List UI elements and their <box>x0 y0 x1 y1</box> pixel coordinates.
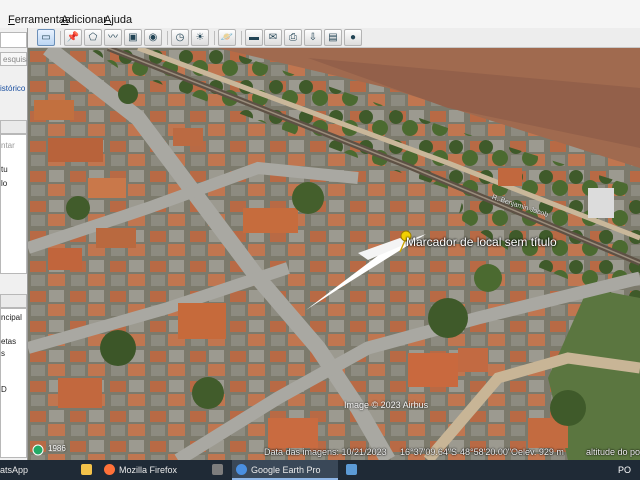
taskbar: atsApp Mozilla Firefox Google Earth Pro … <box>0 460 640 480</box>
google-earth-icon <box>236 464 247 475</box>
language-indicator[interactable]: PO <box>618 460 631 480</box>
sidebar-toggle-button[interactable]: ▭ <box>37 29 55 46</box>
menu-bar: Ferramentas Adicionar Ajuda <box>0 0 640 28</box>
layers-item[interactable]: etas <box>1 337 16 346</box>
polygon-icon: ⬠ <box>88 32 98 43</box>
earth-gallery-icon: ● <box>349 32 357 43</box>
planets-icon: 🪐 <box>220 32 234 43</box>
add-placemark-button[interactable]: 📌 <box>64 29 82 46</box>
earth-gallery-button[interactable]: ● <box>344 29 362 46</box>
ruler-button[interactable]: ▬ <box>245 29 263 46</box>
places-item[interactable]: tu <box>1 165 8 174</box>
places-item[interactable]: ntar <box>1 141 15 150</box>
taskbar-whatsapp[interactable]: atsApp <box>0 460 72 480</box>
google-earth-label: Google Earth Pro <box>251 465 321 475</box>
file-explorer-icon <box>81 464 92 475</box>
firefox-label: Mozilla Firefox <box>119 465 178 475</box>
eye-altitude-readout: altitude do ponto <box>586 447 640 457</box>
search-button[interactable]: esquisar <box>0 52 27 66</box>
imagery-date: Data das imagens: 10/21/2023 <box>264 447 387 457</box>
layers-panel: ncipal etas s D <box>0 308 27 458</box>
email-icon: ✉ <box>268 32 278 43</box>
planets-button[interactable]: 🪐 <box>218 29 236 46</box>
taskbar-firefox[interactable]: Mozilla Firefox <box>100 460 204 480</box>
add-image-overlay-button[interactable]: ▣ <box>124 29 142 46</box>
app-window-icon <box>346 464 357 475</box>
taskbar-google-earth[interactable]: Google Earth Pro <box>232 460 338 480</box>
sunlight-icon: ☀ <box>195 32 205 43</box>
view-in-maps-button[interactable]: ▤ <box>324 29 342 46</box>
places-item[interactable]: lo <box>1 179 7 188</box>
toolbar-separator <box>167 31 168 45</box>
placemark-label[interactable]: Marcador de local sem título <box>406 235 557 249</box>
taskbar-file-explorer[interactable] <box>78 460 96 480</box>
email-button[interactable]: ✉ <box>264 29 282 46</box>
toolbar-separator <box>214 31 215 45</box>
placemark-icon: 📌 <box>66 32 80 43</box>
sidebar: esquisar istórico ntar tu lo ncipal etas… <box>0 28 28 460</box>
toolbar: ▭ 📌 ⬠ 〰 ▣ ◉ ◷ ☀ 🪐 ▬ ✉ ⎙ ⇩ ▤ ● <box>28 28 640 48</box>
latitude-readout: 16°37'09.64"S <box>400 447 458 457</box>
map-status-bar: Data das imagens: 10/21/2023 16°37'09.64… <box>28 446 640 460</box>
sidebar-toggle-icon: ▭ <box>41 32 51 43</box>
save-image-icon: ⇩ <box>308 32 318 43</box>
historical-imagery-icon: ◷ <box>175 32 185 43</box>
record-tour-icon: ◉ <box>148 32 158 43</box>
layers-item[interactable]: s <box>1 349 5 358</box>
history-link[interactable]: istórico <box>0 84 25 93</box>
search-button-label: esquisar <box>3 55 27 64</box>
image-overlay-icon: ▣ <box>128 32 138 43</box>
imagery-copyright: Image © 2023 Airbus <box>344 400 429 410</box>
save-image-button[interactable]: ⇩ <box>304 29 322 46</box>
toolbar-separator <box>60 31 61 45</box>
longitude-readout: 48°58'20.00"O <box>460 447 519 457</box>
places-panel: ntar tu lo <box>0 134 27 274</box>
menu-adicionar[interactable]: Adicionar <box>61 14 107 26</box>
whatsapp-label: atsApp <box>0 465 29 475</box>
satellite-imagery <box>28 48 640 460</box>
layers-item[interactable]: ncipal <box>1 313 22 322</box>
firefox-icon <box>104 464 115 475</box>
path-icon: 〰 <box>108 32 118 43</box>
layers-header[interactable] <box>0 294 27 308</box>
places-header[interactable] <box>0 120 27 134</box>
ruler-icon: ▬ <box>249 32 259 43</box>
taskbar-app-window[interactable] <box>342 460 362 480</box>
print-button[interactable]: ⎙ <box>284 29 302 46</box>
layers-item[interactable]: D <box>1 385 7 394</box>
view-in-maps-icon: ▤ <box>328 32 338 43</box>
historical-imagery-button[interactable]: ◷ <box>171 29 189 46</box>
add-path-button[interactable]: 〰 <box>104 29 122 46</box>
add-polygon-button[interactable]: ⬠ <box>84 29 102 46</box>
sunlight-button[interactable]: ☀ <box>191 29 209 46</box>
elevation-readout: elev. 929 m <box>518 447 564 457</box>
map-view[interactable]: Marcador de local sem título R. Benjamin… <box>28 48 640 460</box>
record-tour-button[interactable]: ◉ <box>144 29 162 46</box>
menu-ajuda[interactable]: Ajuda <box>104 14 132 26</box>
taskbar-calculator[interactable] <box>208 460 228 480</box>
print-icon: ⎙ <box>289 32 297 43</box>
calculator-icon <box>212 464 223 475</box>
search-input[interactable] <box>0 32 27 48</box>
toolbar-separator <box>241 31 242 45</box>
